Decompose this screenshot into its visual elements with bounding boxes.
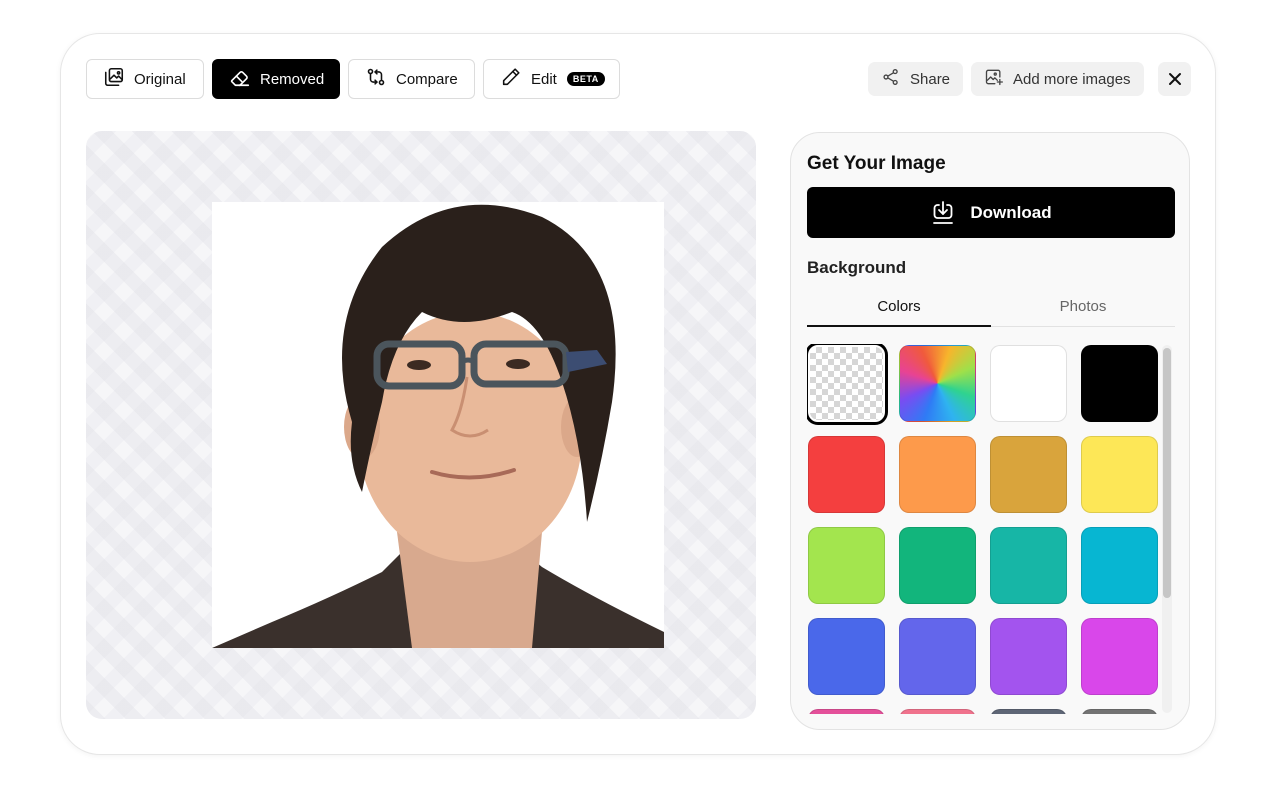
right-eye-shape bbox=[506, 359, 530, 369]
tab-colors[interactable]: Colors bbox=[807, 293, 991, 327]
subject-photo bbox=[212, 202, 664, 648]
beta-badge: BETA bbox=[566, 72, 605, 86]
compare-tab-button[interactable]: Compare bbox=[348, 59, 475, 99]
swatch-gold[interactable] bbox=[990, 436, 1067, 513]
swatch-indigo[interactable] bbox=[899, 618, 976, 695]
image-preview bbox=[86, 131, 756, 719]
share-icon bbox=[881, 67, 901, 91]
swatch-pink[interactable] bbox=[808, 709, 885, 714]
download-button[interactable]: Download bbox=[807, 187, 1175, 238]
swatch-orange[interactable] bbox=[899, 436, 976, 513]
swatch-yellow[interactable] bbox=[1081, 436, 1158, 513]
original-tab-button[interactable]: Original bbox=[86, 59, 204, 99]
original-tab-label: Original bbox=[134, 70, 186, 88]
download-icon bbox=[930, 200, 956, 226]
swatch-rose[interactable] bbox=[899, 709, 976, 714]
swatch-blue[interactable] bbox=[808, 618, 885, 695]
swatch-slate[interactable] bbox=[990, 709, 1067, 714]
download-label: Download bbox=[970, 202, 1052, 222]
swatch-transparent[interactable] bbox=[808, 345, 885, 422]
swatch-cyan[interactable] bbox=[1081, 527, 1158, 604]
swatch-emerald[interactable] bbox=[899, 527, 976, 604]
swatch-black[interactable] bbox=[1081, 345, 1158, 422]
swatch-fuchsia[interactable] bbox=[1081, 618, 1158, 695]
glasses-bridge bbox=[460, 357, 476, 365]
add-image-icon bbox=[984, 67, 1004, 91]
portrait-illustration bbox=[212, 204, 664, 648]
removed-tab-button[interactable]: Removed bbox=[212, 59, 340, 99]
close-button[interactable] bbox=[1158, 62, 1191, 96]
eraser-icon bbox=[229, 66, 251, 92]
edit-tab-label: Edit bbox=[531, 70, 557, 88]
image-icon bbox=[103, 66, 125, 92]
background-tabs: Colors Photos bbox=[807, 293, 1175, 327]
color-swatch-grid bbox=[807, 344, 1159, 714]
share-label: Share bbox=[910, 70, 951, 88]
swatch-lime[interactable] bbox=[808, 527, 885, 604]
tab-photos[interactable]: Photos bbox=[991, 293, 1175, 326]
removed-tab-label: Removed bbox=[260, 70, 325, 88]
compare-tab-label: Compare bbox=[396, 70, 458, 88]
pencil-icon bbox=[500, 66, 522, 92]
compare-icon bbox=[365, 66, 387, 92]
swatch-gray[interactable] bbox=[1081, 709, 1158, 714]
edit-tab-button[interactable]: Edit BETA bbox=[483, 59, 620, 99]
get-image-panel: Get Your Image Download Background Color… bbox=[790, 132, 1190, 730]
panel-title: Get Your Image bbox=[807, 153, 946, 174]
share-button[interactable]: Share bbox=[868, 62, 964, 96]
swatch-white[interactable] bbox=[990, 345, 1067, 422]
background-title: Background bbox=[807, 258, 907, 277]
swatch-rainbow[interactable] bbox=[899, 345, 976, 422]
swatch-purple[interactable] bbox=[990, 618, 1067, 695]
add-more-images-button[interactable]: Add more images bbox=[971, 62, 1144, 96]
swatch-red[interactable] bbox=[808, 436, 885, 513]
add-more-label: Add more images bbox=[1013, 70, 1131, 88]
scrollbar-thumb[interactable] bbox=[1163, 348, 1171, 598]
left-eye-shape bbox=[407, 360, 431, 370]
swatch-teal[interactable] bbox=[990, 527, 1067, 604]
editor-card: Original Removed Compare Edit BETA Share… bbox=[60, 33, 1216, 755]
close-icon bbox=[1167, 71, 1183, 87]
